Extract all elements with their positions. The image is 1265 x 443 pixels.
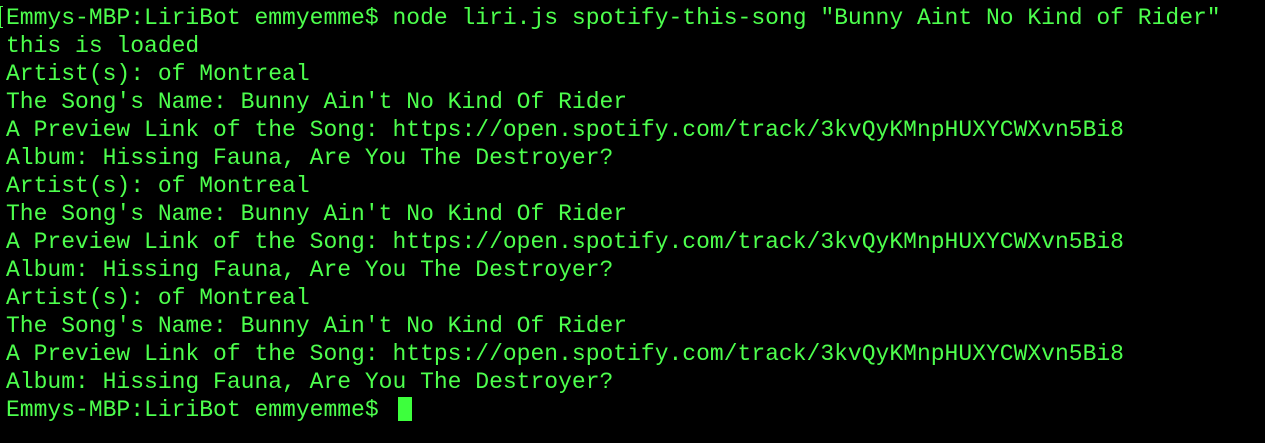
terminal-line-song-name: The Song's Name: Bunny Ain't No Kind Of … <box>6 313 628 339</box>
terminal-line-command: Emmys-MBP:LiriBot emmyemme$ node liri.js… <box>6 5 1221 31</box>
terminal-window[interactable]: Emmys-MBP:LiriBot emmyemme$ node liri.js… <box>0 0 1265 443</box>
terminal-line-album: Album: Hissing Fauna, Are You The Destro… <box>6 257 614 283</box>
terminal-line-album: Album: Hissing Fauna, Are You The Destro… <box>6 145 614 171</box>
shell-prompt: Emmys-MBP:LiriBot emmyemme$ <box>6 397 393 423</box>
terminal-line-preview-link: A Preview Link of the Song: https://open… <box>6 229 1124 255</box>
terminal-line-song-name: The Song's Name: Bunny Ain't No Kind Of … <box>6 201 628 227</box>
terminal-line-output: this is loaded <box>6 33 200 59</box>
terminal-line-song-name: The Song's Name: Bunny Ain't No Kind Of … <box>6 89 628 115</box>
terminal-line-preview-link: A Preview Link of the Song: https://open… <box>6 341 1124 367</box>
terminal-line-artist: Artist(s): of Montreal <box>6 285 310 311</box>
selection-bracket-marker <box>0 6 3 28</box>
terminal-line-artist: Artist(s): of Montreal <box>6 173 310 199</box>
text-cursor[interactable] <box>398 397 413 421</box>
terminal-prompt-line[interactable]: Emmys-MBP:LiriBot emmyemme$ <box>6 396 1265 424</box>
terminal-line-artist: Artist(s): of Montreal <box>6 61 310 87</box>
terminal-line-preview-link: A Preview Link of the Song: https://open… <box>6 117 1124 143</box>
terminal-line-album: Album: Hissing Fauna, Are You The Destro… <box>6 369 614 395</box>
